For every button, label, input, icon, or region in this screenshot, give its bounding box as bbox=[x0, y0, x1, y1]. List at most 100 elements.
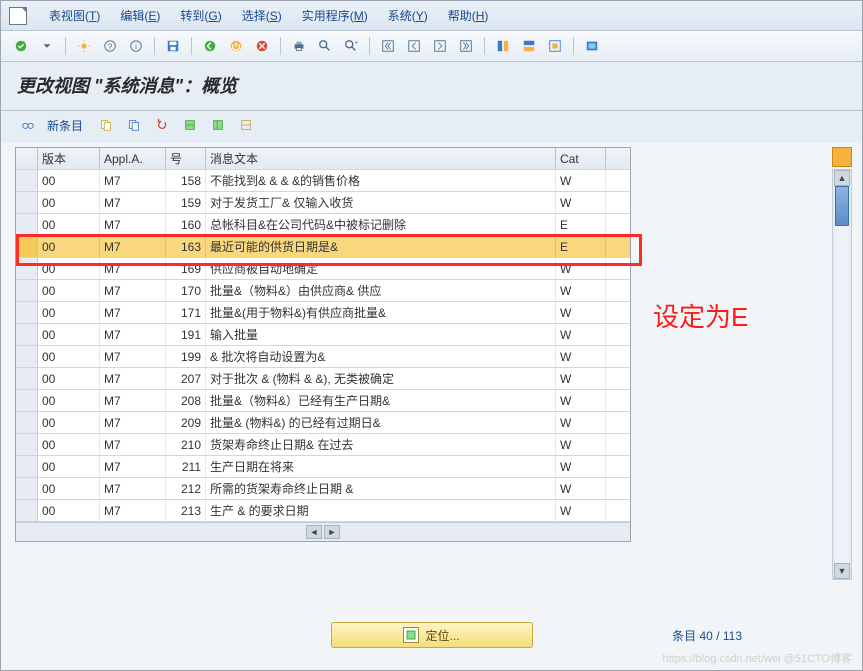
table-row[interactable]: 00M7208批量&（物料&）已经有生产日期&W bbox=[16, 390, 630, 412]
data-grid[interactable]: 版本 Appl.A. 号 消息文本 Cat 00M7158不能找到& & & &… bbox=[15, 147, 631, 542]
cell-cat[interactable]: W bbox=[556, 456, 606, 477]
back-icon[interactable] bbox=[198, 35, 222, 57]
cell-cat[interactable]: W bbox=[556, 324, 606, 345]
table-row[interactable]: 00M7199& 批次将自动设置为&W bbox=[16, 346, 630, 368]
cell-num[interactable]: 158 bbox=[166, 170, 206, 191]
cell-version[interactable]: 00 bbox=[38, 214, 100, 235]
layout3-icon[interactable] bbox=[543, 35, 567, 57]
cell-num[interactable]: 171 bbox=[166, 302, 206, 323]
cell-version[interactable]: 00 bbox=[38, 456, 100, 477]
row-selector[interactable] bbox=[16, 280, 38, 301]
cell-version[interactable]: 00 bbox=[38, 412, 100, 433]
table-row[interactable]: 00M7170批量&（物料&）由供应商& 供应W bbox=[16, 280, 630, 302]
copy-icon[interactable] bbox=[95, 115, 117, 135]
cell-cat[interactable]: W bbox=[556, 390, 606, 411]
row-selector[interactable] bbox=[16, 434, 38, 455]
undo-icon[interactable] bbox=[151, 115, 173, 135]
settings-icon[interactable] bbox=[580, 35, 604, 57]
menu-s[interactable]: 选择(S) bbox=[232, 5, 292, 26]
col-cat[interactable]: Cat bbox=[556, 148, 606, 169]
table-row[interactable]: 00M7209批量& (物料&) 的已经有过期日&W bbox=[16, 412, 630, 434]
cell-num[interactable]: 210 bbox=[166, 434, 206, 455]
cell-msg[interactable]: 批量&（物料&）已经有生产日期& bbox=[206, 390, 556, 411]
cell-version[interactable]: 00 bbox=[38, 368, 100, 389]
cell-msg[interactable]: 对于发货工厂& 仅输入收货 bbox=[206, 192, 556, 213]
table-row[interactable]: 00M7212所需的货架寿命终止日期 &W bbox=[16, 478, 630, 500]
row-selector[interactable] bbox=[16, 324, 38, 345]
cell-appl[interactable]: M7 bbox=[100, 324, 166, 345]
cell-msg[interactable]: 批量& (物料&) 的已经有过期日& bbox=[206, 412, 556, 433]
cell-version[interactable]: 00 bbox=[38, 192, 100, 213]
info-icon[interactable]: i bbox=[124, 35, 148, 57]
cell-appl[interactable]: M7 bbox=[100, 258, 166, 279]
glasses-icon[interactable] bbox=[17, 115, 39, 135]
exit-icon[interactable] bbox=[224, 35, 248, 57]
dropdown-button[interactable] bbox=[35, 35, 59, 57]
row-selector[interactable] bbox=[16, 412, 38, 433]
cell-cat[interactable]: W bbox=[556, 346, 606, 367]
cell-msg[interactable]: 生产 & 的要求日期 bbox=[206, 500, 556, 521]
accept-button[interactable] bbox=[9, 35, 33, 57]
cell-msg[interactable]: & 批次将自动设置为& bbox=[206, 346, 556, 367]
row-selector[interactable] bbox=[16, 346, 38, 367]
scroll-right-icon[interactable]: ► bbox=[324, 525, 340, 539]
menu-t[interactable]: 表视图(T) bbox=[39, 5, 110, 26]
row-selector[interactable] bbox=[16, 478, 38, 499]
delimit-icon[interactable] bbox=[179, 115, 201, 135]
select-all-icon[interactable] bbox=[207, 115, 229, 135]
find-icon[interactable] bbox=[313, 35, 337, 57]
cell-msg[interactable]: 批量&(用于物料&)有供应商批量& bbox=[206, 302, 556, 323]
cell-appl[interactable]: M7 bbox=[100, 390, 166, 411]
menu-g[interactable]: 转到(G) bbox=[170, 5, 231, 26]
table-row[interactable]: 00M7158不能找到& & & &的销售价格W bbox=[16, 170, 630, 192]
menu-m[interactable]: 实用程序(M) bbox=[292, 5, 378, 26]
cell-msg[interactable]: 对于批次 & (物料 & &), 无类被确定 bbox=[206, 368, 556, 389]
cell-num[interactable]: 207 bbox=[166, 368, 206, 389]
cell-num[interactable]: 209 bbox=[166, 412, 206, 433]
cell-appl[interactable]: M7 bbox=[100, 412, 166, 433]
cell-appl[interactable]: M7 bbox=[100, 192, 166, 213]
cell-msg[interactable]: 货架寿命终止日期& 在过去 bbox=[206, 434, 556, 455]
table-row[interactable]: 00M7213生产 & 的要求日期W bbox=[16, 500, 630, 522]
table-row[interactable]: 00M7171批量&(用于物料&)有供应商批量&W bbox=[16, 302, 630, 324]
save-icon[interactable] bbox=[161, 35, 185, 57]
find-next-icon[interactable]: + bbox=[339, 35, 363, 57]
table-row[interactable]: 00M7169供应商被自动地确定W bbox=[16, 258, 630, 280]
table-row[interactable]: 00M7207对于批次 & (物料 & &), 无类被确定W bbox=[16, 368, 630, 390]
cell-version[interactable]: 00 bbox=[38, 170, 100, 191]
scroll-up-icon[interactable]: ▲ bbox=[834, 170, 850, 186]
cell-version[interactable]: 00 bbox=[38, 324, 100, 345]
layout2-icon[interactable] bbox=[517, 35, 541, 57]
print-icon[interactable] bbox=[287, 35, 311, 57]
col-selector[interactable] bbox=[16, 148, 38, 169]
cell-appl[interactable]: M7 bbox=[100, 214, 166, 235]
document-icon[interactable] bbox=[9, 7, 27, 25]
deselect-icon[interactable] bbox=[235, 115, 257, 135]
col-appl[interactable]: Appl.A. bbox=[100, 148, 166, 169]
cell-num[interactable]: 160 bbox=[166, 214, 206, 235]
horizontal-scrollbar[interactable]: ◄ ► bbox=[16, 522, 630, 541]
new-entry-link[interactable]: 新条目 bbox=[47, 117, 83, 134]
cell-appl[interactable]: M7 bbox=[100, 368, 166, 389]
row-selector[interactable] bbox=[16, 500, 38, 521]
cell-version[interactable]: 00 bbox=[38, 258, 100, 279]
cell-num[interactable]: 169 bbox=[166, 258, 206, 279]
cell-num[interactable]: 170 bbox=[166, 280, 206, 301]
col-num[interactable]: 号 bbox=[166, 148, 206, 169]
cell-cat[interactable]: E bbox=[556, 236, 606, 257]
col-msg[interactable]: 消息文本 bbox=[206, 148, 556, 169]
cell-cat[interactable]: W bbox=[556, 368, 606, 389]
cell-num[interactable]: 191 bbox=[166, 324, 206, 345]
cell-num[interactable]: 211 bbox=[166, 456, 206, 477]
scroll-thumb[interactable] bbox=[835, 186, 849, 226]
cell-cat[interactable]: W bbox=[556, 192, 606, 213]
cell-num[interactable]: 213 bbox=[166, 500, 206, 521]
cell-cat[interactable]: W bbox=[556, 258, 606, 279]
cell-num[interactable]: 199 bbox=[166, 346, 206, 367]
cell-cat[interactable]: W bbox=[556, 500, 606, 521]
cell-version[interactable]: 00 bbox=[38, 302, 100, 323]
next-page-icon[interactable] bbox=[428, 35, 452, 57]
row-selector[interactable] bbox=[16, 390, 38, 411]
position-button[interactable]: 定位... bbox=[331, 622, 533, 648]
row-selector[interactable] bbox=[16, 456, 38, 477]
